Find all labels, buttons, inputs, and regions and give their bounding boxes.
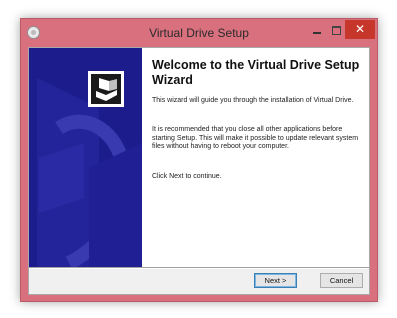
maximize-button[interactable] bbox=[327, 22, 345, 38]
welcome-panel: Welcome to the Virtual Drive Setup Wizar… bbox=[142, 48, 369, 267]
installer-box-icon bbox=[88, 71, 124, 107]
banner-graphic bbox=[29, 48, 142, 267]
setup-window: Virtual Drive Setup ✕ Welcome to the Vir… bbox=[20, 18, 378, 302]
close-button[interactable]: ✕ bbox=[345, 20, 375, 39]
continue-instruction: Click Next to continue. bbox=[152, 173, 222, 180]
recommendation-text: It is recommended that you close all oth… bbox=[152, 126, 359, 151]
title-bar[interactable]: Virtual Drive Setup ✕ bbox=[21, 19, 377, 47]
wizard-client-area: Welcome to the Virtual Drive Setup Wizar… bbox=[28, 47, 370, 295]
wizard-banner bbox=[29, 48, 142, 267]
cancel-button[interactable]: Cancel bbox=[320, 273, 363, 288]
welcome-heading: Welcome to the Virtual Drive Setup Wizar… bbox=[152, 58, 360, 87]
intro-text: This wizard will guide you through the i… bbox=[152, 97, 354, 104]
footer-divider bbox=[29, 267, 369, 269]
next-button[interactable]: Next > bbox=[254, 273, 297, 288]
minimize-button[interactable] bbox=[307, 22, 327, 38]
